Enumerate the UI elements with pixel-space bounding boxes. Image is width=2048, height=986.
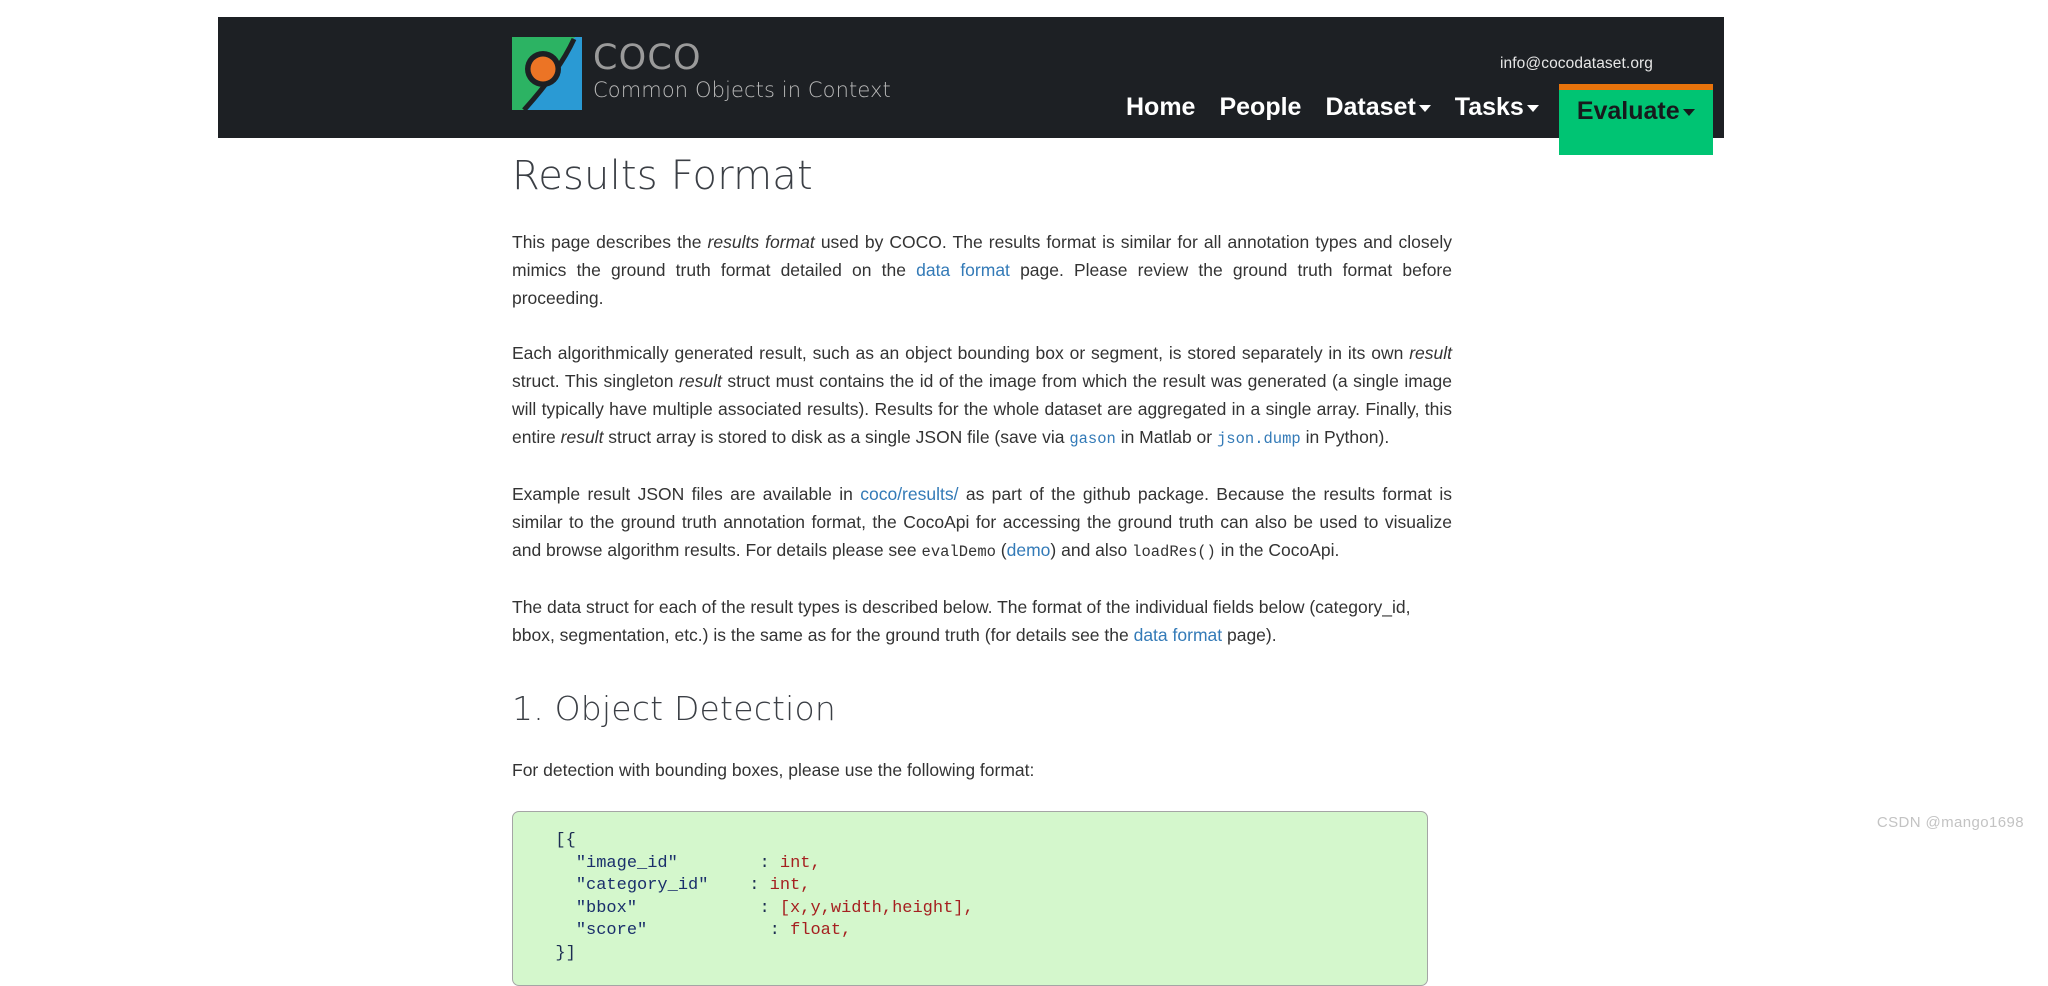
code-token: float, [790, 921, 852, 940]
nav-item-home[interactable]: Home [1114, 84, 1207, 130]
primary-nav: Home People Dataset Tasks Evaluate [1114, 84, 1713, 155]
page-root: COCO Common Objects in Context info@coco… [0, 0, 2048, 986]
site-logo[interactable]: COCO Common Objects in Context [512, 37, 891, 117]
chevron-down-icon [1682, 109, 1695, 116]
coco-logo-icon [512, 37, 582, 110]
nav-item-label: Dataset [1325, 93, 1416, 121]
main-content: Results Format This page describes the r… [512, 152, 1452, 986]
paragraph-intro: This page describes the results format u… [512, 228, 1452, 312]
nav-item-people[interactable]: People [1207, 84, 1313, 130]
code-token: int, [769, 876, 811, 895]
code-token: "category_id" [575, 876, 709, 895]
text-run: Each algorithmically generated result, s… [512, 343, 1410, 363]
code-token: : [677, 853, 780, 873]
nav-item-dataset[interactable]: Dataset [1313, 84, 1442, 130]
code-token: }] [555, 943, 576, 963]
code-token: [{ [555, 831, 576, 850]
code-block-object-detection: [{ "image_id" : int, "category_id" : int… [512, 811, 1428, 986]
link-data-format[interactable]: data format [916, 260, 1010, 280]
site-navbar: COCO Common Objects in Context info@coco… [218, 17, 1724, 155]
contact-email[interactable]: info@cocodataset.org [1500, 55, 1653, 73]
code-token: [x,y,width,height], [779, 898, 974, 918]
text-run: Example result JSON files are available … [512, 484, 861, 504]
code-token: int, [779, 853, 821, 873]
watermark: CSDN @mango1698 [1876, 814, 2024, 831]
code-token: : [708, 876, 770, 895]
code-evaldemo: evalDemo [921, 543, 996, 561]
text-run: ) and also [1050, 540, 1133, 560]
code-json-dump[interactable]: json.dump [1217, 430, 1301, 448]
code-gason[interactable]: gason [1069, 430, 1116, 448]
link-data-format-2[interactable]: data format [1134, 625, 1223, 645]
text-run: in Python). [1300, 427, 1390, 447]
text-run: page). [1222, 625, 1277, 645]
text-run: in the CocoApi. [1215, 540, 1340, 560]
nav-item-label: Tasks [1454, 93, 1524, 121]
emphasis-result: result [1409, 343, 1452, 363]
code-token: "image_id" [575, 853, 678, 873]
paragraph-example-files: Example result JSON files are available … [512, 480, 1452, 566]
code-token: "score" [575, 921, 648, 940]
chevron-down-icon [1526, 105, 1539, 112]
nav-item-label: People [1219, 93, 1302, 121]
chevron-down-icon [1418, 105, 1431, 112]
text-run: This page describes the [512, 232, 708, 252]
paragraph-data-struct: The data struct for each of the result t… [512, 593, 1452, 649]
link-coco-results[interactable]: coco/results/ [860, 484, 958, 504]
emphasis-results-format: results format [707, 232, 815, 252]
text-run: ( [995, 540, 1007, 560]
emphasis-result: result [560, 427, 604, 447]
nav-item-label: Home [1126, 93, 1196, 121]
nav-item-evaluate[interactable]: Evaluate [1558, 84, 1713, 155]
code-loadres: loadRes() [1132, 543, 1216, 561]
nav-item-tasks[interactable]: Tasks [1443, 84, 1551, 130]
code-token: : [637, 898, 780, 918]
logo-wordmark: COCO Common Objects in Context [593, 37, 891, 104]
page-title: Results Format [512, 153, 813, 199]
text-run: in Matlab or [1115, 427, 1217, 447]
paragraph-detection-intro: For detection with bounding boxes, pleas… [512, 760, 1035, 780]
text-run: struct. This singleton [512, 371, 680, 391]
paragraph-result-struct: Each algorithmically generated result, s… [512, 339, 1452, 453]
nav-item-label: Evaluate [1576, 97, 1680, 125]
link-demo[interactable]: demo [1007, 540, 1051, 560]
section-title-object-detection: 1. Object Detection [512, 689, 837, 728]
code-token: "bbox" [575, 898, 638, 918]
text-run: struct array is stored to disk as a sing… [603, 427, 1070, 447]
emphasis-result: result [679, 371, 722, 391]
logo-subtitle: Common Objects in Context [593, 78, 891, 102]
code-token: : [647, 921, 791, 940]
logo-title: COCO [593, 38, 702, 78]
